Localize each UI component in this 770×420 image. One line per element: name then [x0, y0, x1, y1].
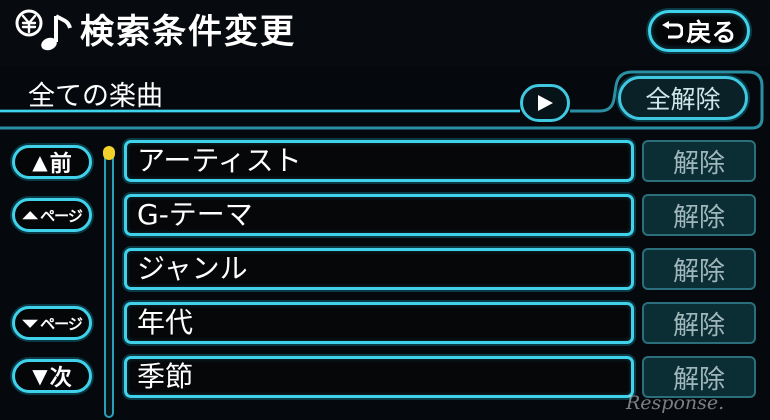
clear-button-g-theme[interactable]: 解除 — [642, 194, 756, 236]
scrollbar-thumb[interactable] — [103, 146, 115, 160]
condition-row-genre[interactable]: ジャンル — [124, 248, 634, 290]
page-up-label: ページ — [40, 206, 83, 225]
condition-row-season[interactable]: 季節 — [124, 356, 634, 398]
condition-row-g-theme[interactable]: G-テーマ — [124, 194, 634, 236]
back-button[interactable]: 戻る — [648, 10, 750, 52]
back-button-label: 戻る — [686, 18, 737, 47]
page-title: 検索条件変更 — [80, 12, 296, 52]
clear-all-button[interactable]: 全解除 — [618, 76, 748, 120]
up-triangle-icon: ▲ — [32, 150, 48, 174]
page-down-label: ページ — [40, 314, 83, 333]
clear-button-artist[interactable]: 解除 — [642, 140, 756, 182]
play-button[interactable] — [520, 84, 570, 122]
condition-row-artist[interactable]: アーティスト — [124, 140, 634, 182]
clear-all-label: 全解除 — [645, 85, 721, 114]
prev-button[interactable]: ▲ 前 — [12, 145, 92, 179]
search-scope-label: 全ての楽曲 — [28, 81, 163, 112]
clear-button-genre[interactable]: 解除 — [642, 248, 756, 290]
condition-row-era[interactable]: 年代 — [124, 302, 634, 344]
down-triangle-icon: ▼ — [32, 364, 48, 388]
watermark-logo: Response. — [626, 392, 725, 414]
double-down-triangle-icon: ⏷ — [22, 311, 39, 335]
music-note-icon — [15, 9, 72, 51]
page-up-button[interactable]: ⏶ ページ — [12, 198, 92, 232]
next-label: 次 — [49, 366, 72, 391]
next-button[interactable]: ▼ 次 — [12, 359, 92, 393]
return-arrow-icon — [662, 21, 684, 39]
prev-label: 前 — [49, 152, 72, 177]
page-down-button[interactable]: ⏷ ページ — [12, 306, 92, 340]
clear-button-era[interactable]: 解除 — [642, 302, 756, 344]
scrollbar-track[interactable] — [104, 148, 114, 418]
play-icon — [538, 95, 553, 111]
double-up-triangle-icon: ⏶ — [22, 203, 39, 227]
